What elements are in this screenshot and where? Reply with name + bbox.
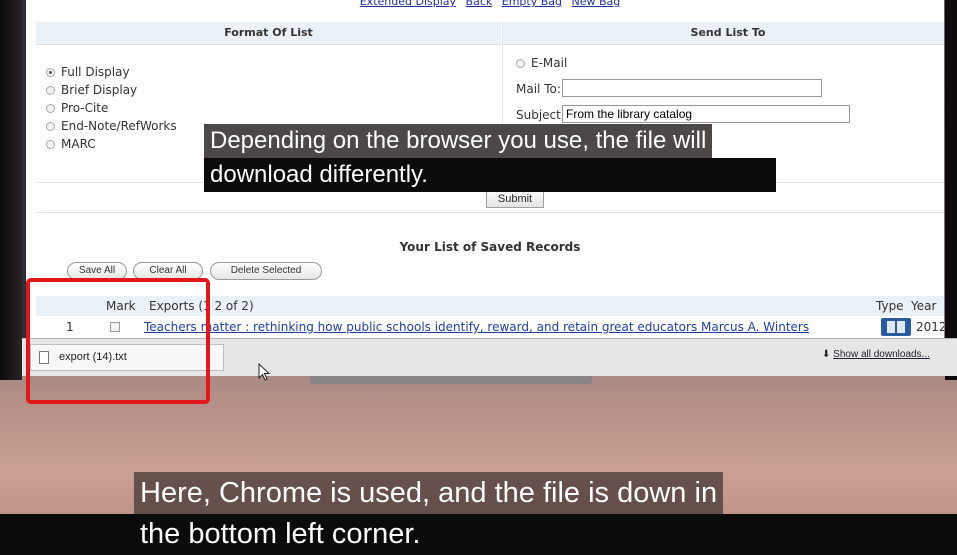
radio-button[interactable] — [46, 140, 55, 149]
send-list-to-heading: Send List To — [503, 22, 944, 45]
option-email[interactable]: E-Mail — [516, 56, 567, 70]
mailto-label: Mail To: — [516, 82, 561, 96]
mailto-input[interactable] — [562, 79, 822, 97]
top-links: Extended Display Back Empty Bag New Bag — [36, 0, 944, 10]
format-of-list-heading: Format Of List — [36, 22, 501, 45]
option-marc[interactable]: MARC — [46, 136, 96, 152]
window-right-edge — [945, 0, 957, 380]
highlight-box — [26, 278, 210, 404]
radio-button[interactable] — [46, 122, 55, 131]
saved-records-title: Your List of Saved Records — [399, 240, 581, 254]
year-column-header: Year — [911, 299, 937, 313]
divider — [36, 212, 944, 213]
caption-top-line-2: download differently. — [204, 158, 776, 192]
new-bag-link[interactable]: New Bag — [572, 0, 621, 8]
download-arrow-icon: ⬇ — [822, 349, 831, 360]
mouse-cursor-icon — [258, 363, 271, 381]
submit-button[interactable]: Submit — [486, 190, 544, 208]
back-link[interactable]: Back — [466, 0, 493, 8]
option-pro-cite[interactable]: Pro-Cite — [46, 100, 108, 116]
option-full-display[interactable]: Full Display — [46, 64, 130, 80]
subject-row: Subject: — [516, 104, 850, 126]
caption-top-line-1: Depending on the browser you use, the fi… — [204, 124, 713, 158]
show-all-downloads[interactable]: ⬇ Show all downloads... — [822, 349, 930, 360]
record-year: 2012 — [916, 320, 944, 334]
mailto-row: Mail To: — [516, 78, 822, 100]
book-icon — [881, 318, 911, 336]
window-left-edge — [0, 0, 22, 380]
radio-button[interactable] — [516, 59, 525, 68]
radio-button[interactable] — [46, 86, 55, 95]
subject-input[interactable] — [562, 105, 850, 123]
caption-bottom-line-2: the bottom left corner. — [140, 518, 421, 550]
delete-selected-button[interactable]: Delete Selected — [210, 262, 322, 280]
option-endnote-refworks[interactable]: End-Note/RefWorks — [46, 118, 177, 134]
radio-button[interactable] — [46, 104, 55, 113]
empty-bag-link[interactable]: Empty Bag — [502, 0, 562, 8]
show-all-downloads-link[interactable]: Show all downloads... — [833, 349, 930, 360]
caption-bottom-line-1: Here, Chrome is used, and the file is do… — [134, 472, 724, 514]
record-title-link[interactable]: Teachers matter : rethinking how public … — [144, 316, 874, 338]
type-column-header: Type — [876, 299, 904, 313]
option-brief-display[interactable]: Brief Display — [46, 82, 137, 98]
radio-button[interactable] — [46, 68, 55, 77]
subject-label: Subject: — [516, 108, 565, 122]
taskbar-fragment — [310, 376, 592, 384]
extended-display-link[interactable]: Extended Display — [360, 0, 456, 8]
